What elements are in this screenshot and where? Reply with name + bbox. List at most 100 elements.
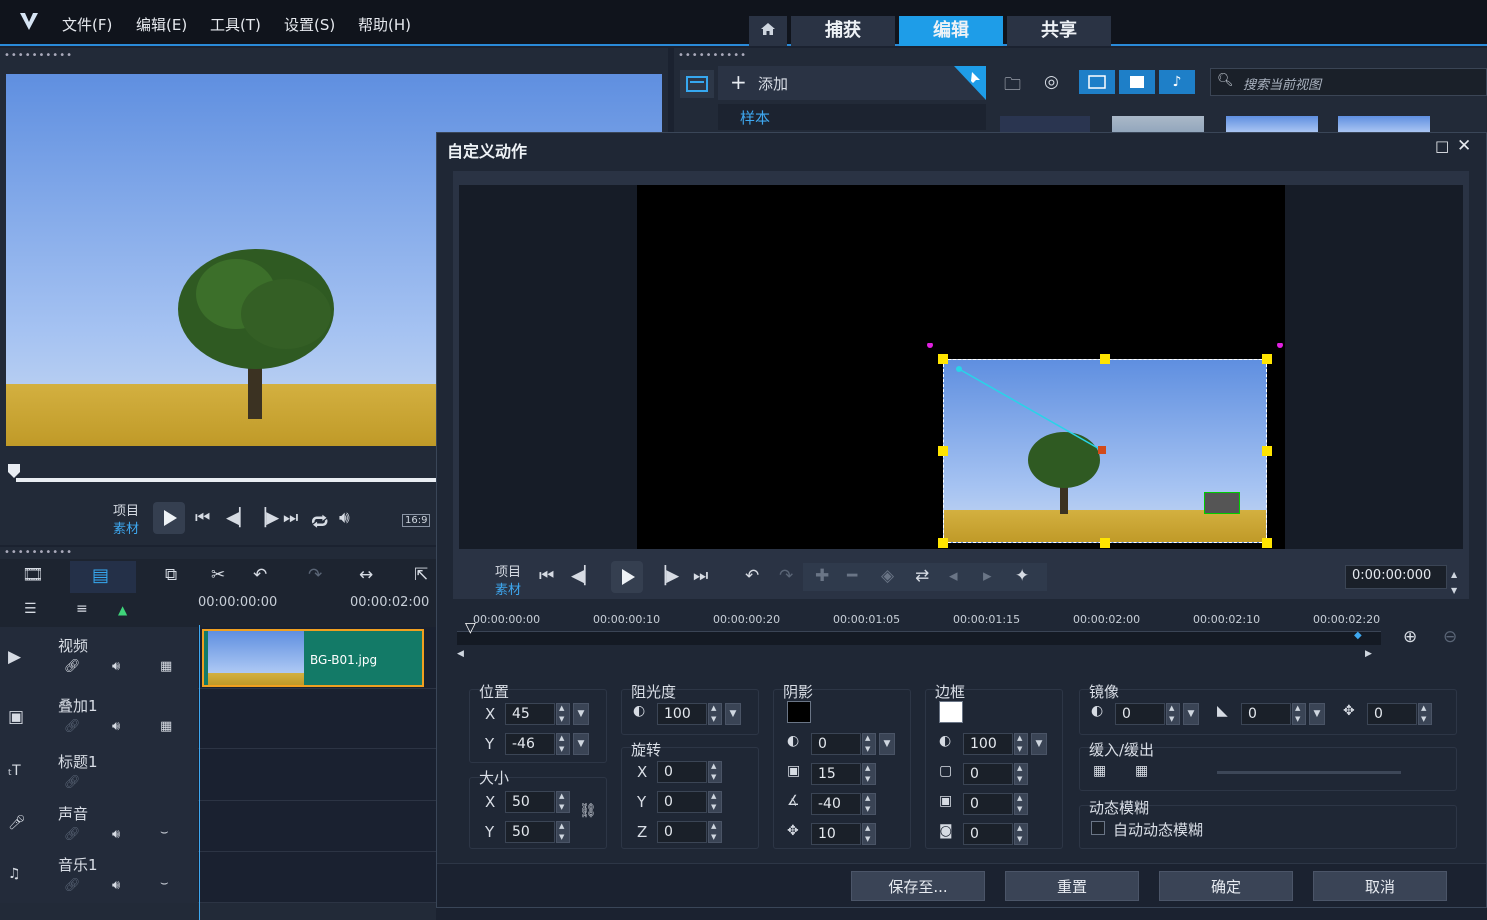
border-round-input[interactable]: 0 [963, 823, 1013, 845]
marker-icon[interactable]: ▲ [118, 603, 127, 617]
save-to-button[interactable]: 保存至... [851, 871, 985, 901]
aspect-ratio-button[interactable]: 16:9 [402, 514, 431, 527]
filter-video-button[interactable] [1079, 70, 1115, 94]
reverse-keyframe-icon[interactable]: ◈ [881, 566, 894, 586]
link-icon[interactable]: 🔗︎ [64, 719, 81, 734]
end-keyframe-icon[interactable]: ◆ [1354, 630, 1362, 641]
reset-button[interactable]: 重置 [1005, 871, 1139, 901]
media-library-icon[interactable] [680, 70, 714, 98]
position-y-spinner[interactable] [556, 733, 570, 755]
filter-photo-button[interactable] [1119, 70, 1155, 94]
timecode-spinner[interactable]: ▲ ▼ [1451, 565, 1463, 595]
shadow-color-swatch[interactable] [787, 701, 811, 723]
border-opacity-spinner[interactable] [1014, 733, 1028, 755]
opacity-dropdown[interactable]: ▼ [725, 703, 741, 725]
player-clip-label[interactable]: 素材 [113, 518, 139, 537]
rotation-x-spinner[interactable] [708, 761, 722, 783]
border-round-spinner[interactable] [1014, 823, 1028, 845]
rotation-z-input[interactable]: 0 [657, 821, 707, 843]
play-button[interactable] [153, 502, 185, 534]
mirror-distance-input[interactable]: 0 [1367, 703, 1417, 725]
shadow-opacity-spinner[interactable] [862, 733, 876, 755]
dialog-play-button[interactable] [611, 561, 643, 593]
ok-button[interactable]: 确定 [1159, 871, 1293, 901]
mirror-fade-input[interactable]: 0 [1241, 703, 1291, 725]
dialog-clip-label[interactable]: 素材 [495, 579, 521, 598]
wave-icon[interactable]: ⌣ [160, 876, 169, 891]
ease-slider[interactable] [1217, 771, 1401, 774]
dialog-undo-icon[interactable]: ↶ [745, 566, 759, 586]
zoom-in-icon[interactable]: ⊕ [1403, 627, 1417, 647]
cancel-button[interactable]: 取消 [1313, 871, 1447, 901]
go-start-icon[interactable]: ⏮ [195, 508, 210, 528]
track-volume-icon[interactable]: 🔊︎ [112, 659, 120, 674]
mirror-opacity-spinner[interactable] [1166, 703, 1180, 725]
track-manager-icon[interactable]: ☰ [24, 601, 37, 617]
border-width-spinner[interactable] [1014, 763, 1028, 785]
scroll-left-icon[interactable]: ◀ [457, 649, 464, 659]
go-end-icon[interactable]: ⏭ [283, 508, 298, 528]
search-input[interactable]: 搜索当前视图 [1243, 74, 1321, 93]
border-opacity-input[interactable]: 100 [963, 733, 1013, 755]
home-button[interactable] [749, 16, 787, 46]
dialog-redo-icon[interactable]: ↷ [779, 566, 793, 586]
tab-edit[interactable]: 编辑 [899, 16, 1003, 46]
camera-icon[interactable]: ◎ [1044, 72, 1059, 92]
size-x-spinner[interactable] [556, 791, 570, 813]
scrub-bar[interactable] [16, 478, 456, 482]
mirror-distance-spinner[interactable] [1418, 703, 1432, 725]
shadow-opacity-input[interactable]: 0 [811, 733, 861, 755]
timeline-grip[interactable]: •••••••••• [4, 547, 73, 558]
link-icon[interactable]: 🔗︎ [64, 775, 81, 790]
scrubber-handle[interactable] [8, 464, 20, 478]
border-blur-input[interactable]: 0 [963, 793, 1013, 815]
undo-icon[interactable]: ↶ [253, 565, 267, 585]
next-keyframe-icon[interactable]: ▸ [983, 566, 992, 586]
dialog-go-end-icon[interactable]: ⏭ [693, 566, 708, 586]
track-volume-icon[interactable]: 🔊︎ [112, 719, 120, 734]
track-volume-icon[interactable]: 🔊︎ [112, 878, 120, 893]
redo-icon[interactable]: ↷ [308, 565, 322, 585]
opacity-spinner[interactable] [708, 703, 722, 725]
menu-tools[interactable]: 工具(T) [210, 14, 261, 35]
menu-edit[interactable]: 编辑(E) [136, 14, 187, 35]
wave-icon[interactable]: ⌣ [160, 825, 169, 840]
shadow-angle-input[interactable]: -40 [811, 793, 861, 815]
import-folder-icon[interactable]: 🗀 [1004, 72, 1021, 101]
add-folder-row[interactable]: + 添加 [718, 66, 986, 100]
position-y-input[interactable]: -46 [505, 733, 555, 755]
rotation-y-input[interactable]: 0 [657, 791, 707, 813]
tools-icon[interactable]: ✂ [211, 565, 225, 585]
close-icon[interactable]: ✕ [1457, 136, 1471, 156]
grid-icon[interactable]: ▦ [160, 659, 172, 674]
size-y-input[interactable]: 50 [505, 821, 555, 843]
tab-share[interactable]: 共享 [1007, 16, 1111, 46]
position-x-input[interactable]: 45 [505, 703, 555, 725]
track-volume-icon[interactable]: 🔊︎ [112, 827, 120, 842]
keyframe-track[interactable]: ▽ ◆ [457, 620, 1381, 645]
rotation-z-spinner[interactable] [708, 821, 722, 843]
scroll-right-icon[interactable]: ▶ [1365, 649, 1372, 659]
link-icon[interactable]: 🔗︎ [64, 878, 81, 893]
shadow-distance-spinner[interactable] [862, 823, 876, 845]
add-keyframe-icon[interactable]: ✚ [815, 566, 829, 586]
next-frame-icon[interactable]: ▕▶ [253, 508, 279, 528]
sample-folder[interactable]: 样本 [718, 104, 986, 130]
prev-keyframe-icon[interactable]: ◂ [949, 566, 958, 586]
keyframe-playhead-icon[interactable]: ▽ [465, 620, 476, 636]
shadow-blur-spinner[interactable] [862, 763, 876, 785]
fit-icon[interactable]: ↔ [359, 565, 373, 585]
size-y-spinner[interactable] [556, 821, 570, 843]
ease-out-icon[interactable]: ▦ [1135, 763, 1148, 779]
maximize-icon[interactable]: □ [1435, 137, 1449, 155]
auto-motion-blur-checkbox[interactable] [1091, 821, 1105, 835]
mirror-fade-dropdown[interactable]: ▼ [1309, 703, 1325, 725]
playhead-line[interactable] [199, 625, 200, 920]
menu-help[interactable]: 帮助(H) [358, 14, 411, 35]
shadow-distance-input[interactable]: 10 [811, 823, 861, 845]
preview-canvas[interactable] [637, 185, 1285, 549]
chapter-icon[interactable]: ≡ [76, 601, 88, 617]
timeline-clip[interactable]: BG-B01.jpg [202, 629, 424, 687]
player-project-label[interactable]: 项目 [113, 500, 139, 519]
shadow-blur-input[interactable]: 15 [811, 763, 861, 785]
